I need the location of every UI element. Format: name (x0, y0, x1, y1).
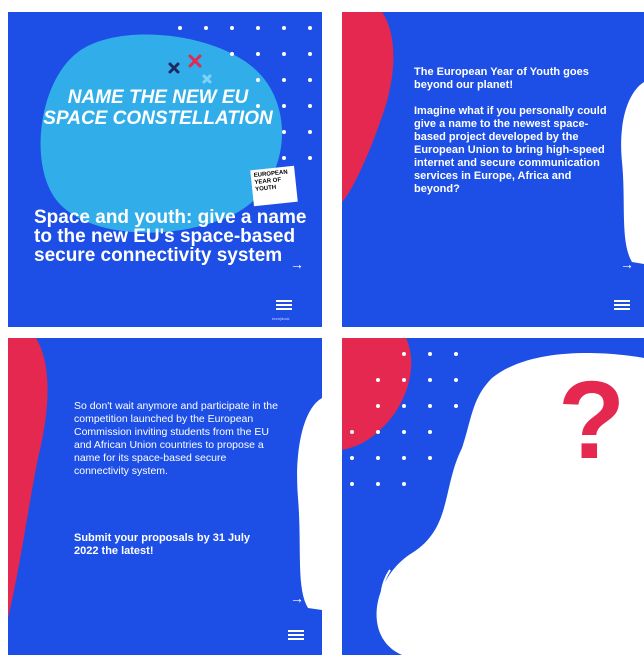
european-year-of-youth-badge: EUROPEAN YEAR OF YOUTH (250, 165, 298, 207)
panel-3-text: So don't wait anymore and participate in… (74, 400, 278, 477)
white-blob (297, 398, 322, 610)
panel-1-title: Space and youth: give a name to the new … (34, 207, 307, 266)
panel-1: NAME THE NEW EU SPACE CONSTELLATION EURO… (8, 12, 322, 327)
red-blob (8, 338, 48, 618)
eu-logo (614, 300, 630, 314)
panel-3-deadline: Submit your proposals by 31 July 2022 th… (74, 532, 251, 557)
headline-name-constellation: NAME THE NEW EU SPACE CONSTELLATION (43, 87, 273, 129)
next-arrow-icon[interactable]: → (620, 256, 634, 272)
red-blob (342, 12, 394, 202)
white-blob (621, 82, 644, 264)
next-arrow-icon[interactable]: → (290, 590, 304, 606)
panel-2-text: The European Year of Youth goes beyond o… (414, 66, 607, 195)
eu-logo (288, 630, 304, 644)
next-arrow-icon[interactable]: → (290, 256, 304, 272)
panel-3: So don't wait anymore and participate in… (8, 338, 322, 655)
want-to-know-more: Want to know more? (441, 525, 565, 566)
panel-2: The European Year of Youth goes beyond o… (342, 12, 644, 327)
panel-3-decor (8, 338, 322, 618)
eu-logo (614, 630, 630, 644)
eu-logo: euro|dock (272, 300, 292, 321)
panel-4: ? Want to know more? Link in caption (342, 338, 644, 655)
link-in-caption-button[interactable]: Link in caption (454, 594, 544, 620)
